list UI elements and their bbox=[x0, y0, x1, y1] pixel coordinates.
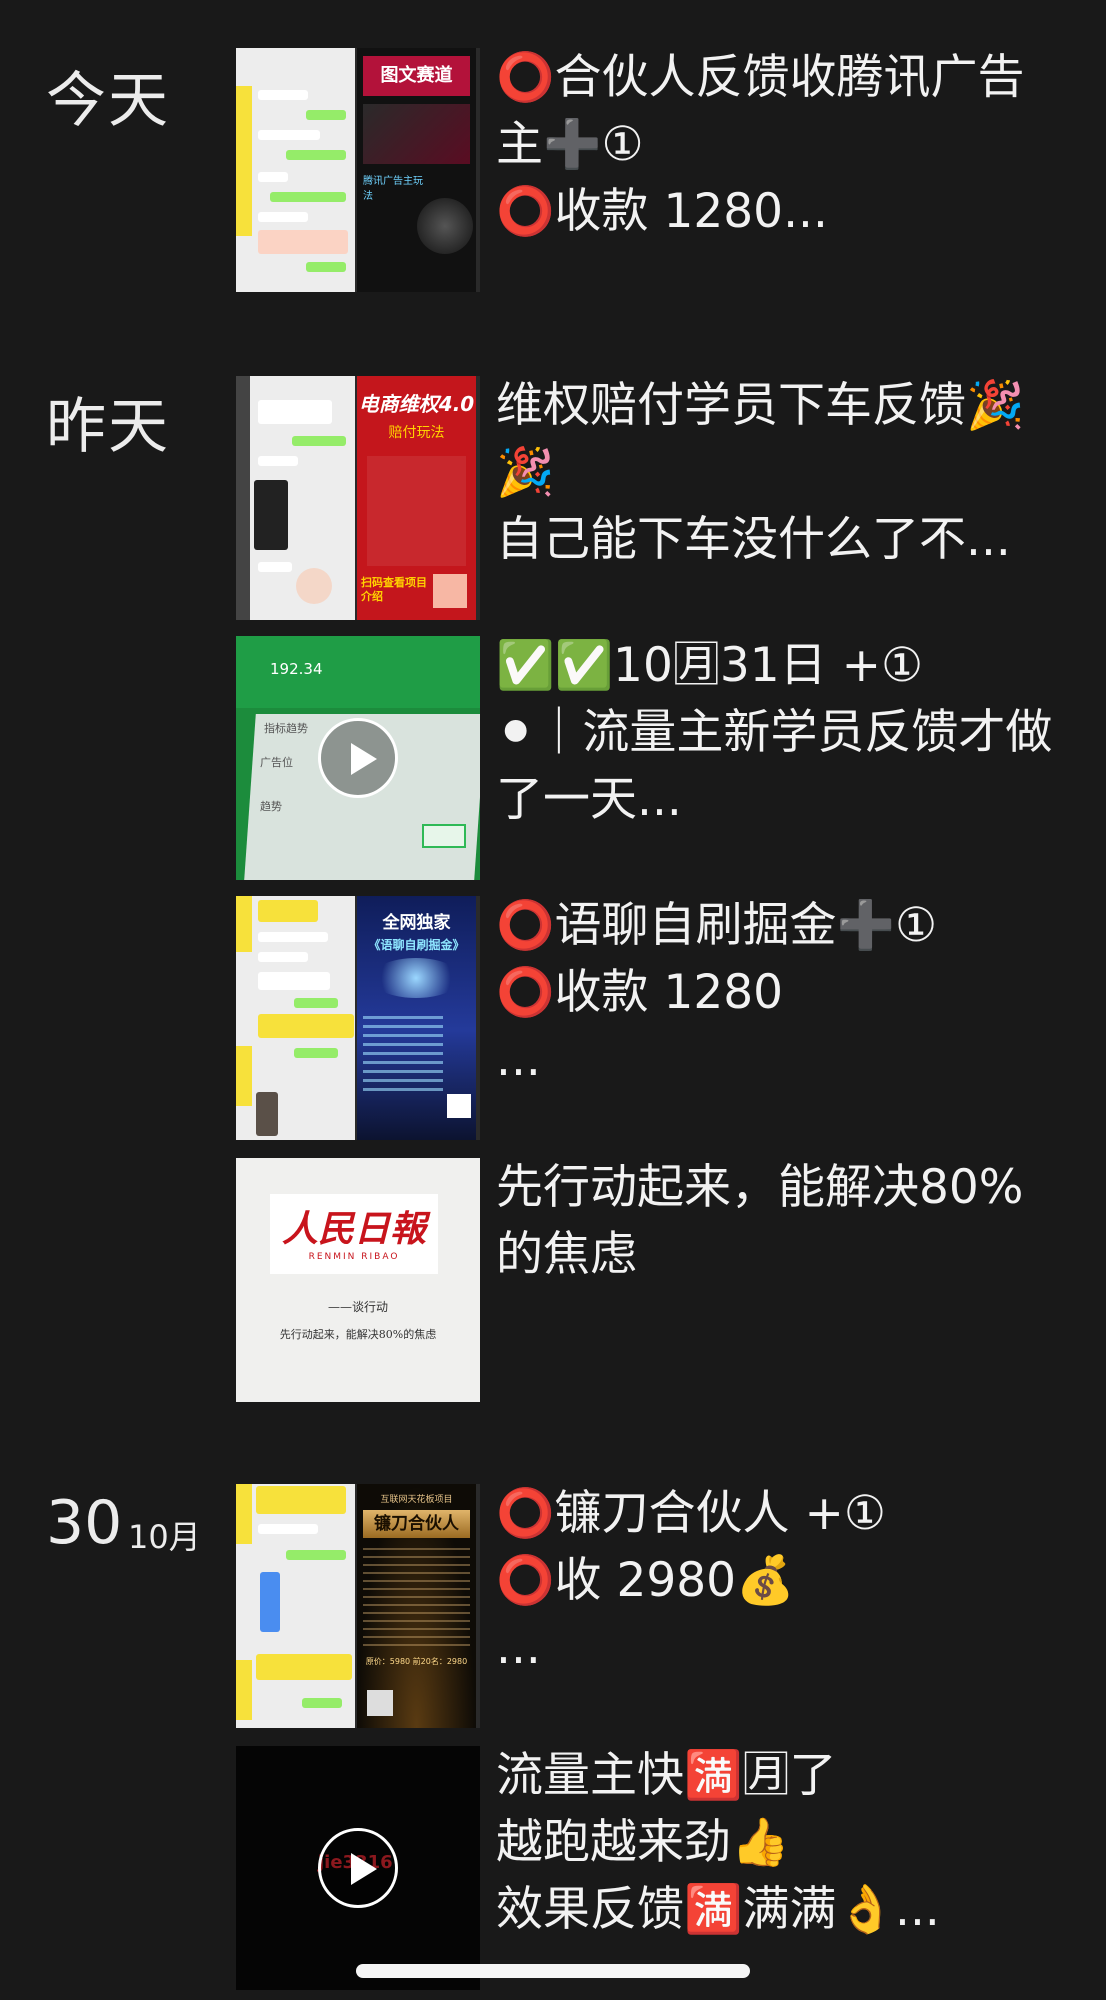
post-text-7[interactable]: 流量主快🈵🈷了 越跑越来劲👍 效果反馈🈵满满👌... bbox=[496, 1742, 1056, 1943]
poster-price: 原价：5980 前20名：2980 bbox=[365, 1657, 468, 1666]
date-label-month: 10月 bbox=[128, 1518, 201, 1556]
date-label-yesterday: 昨天 bbox=[46, 392, 170, 462]
poster-footer: 扫码查看项目介绍 bbox=[361, 576, 427, 603]
post-thumbnail-7-video[interactable]: jie3316 bbox=[236, 1746, 480, 1990]
poster-subtitle: 《语聊自刷掘金》 bbox=[368, 938, 465, 952]
chat-screenshot-image bbox=[236, 896, 355, 1140]
post-thumbnail-3-video[interactable]: 192.34 指标趋势 广告位 趋势 bbox=[236, 636, 480, 880]
post-thumbnail-1[interactable]: 图文赛道 腾讯广告主玩法 bbox=[236, 48, 480, 292]
poster-title: 图文赛道 bbox=[363, 56, 470, 96]
video-tab-text: 广告位 bbox=[260, 756, 293, 769]
post-text-1[interactable]: ⭕合伙人反馈收腾讯广告主➕① ⭕收款 1280... bbox=[496, 44, 1056, 245]
post-thumbnail-6[interactable]: 互联网天花板项目 镰刀合伙人 原价：5980 前20名：2980 bbox=[236, 1484, 480, 1728]
chat-screenshot-image bbox=[236, 48, 355, 292]
poster-title: 全网独家 bbox=[382, 913, 451, 933]
post-thumbnail-2[interactable]: 电商维权4.0 赔付玩法 扫码查看项目介绍 bbox=[236, 376, 480, 620]
promo-poster-image: 全网独家 《语聊自刷掘金》 bbox=[357, 896, 476, 1140]
quote-text: 先行动起来，能解决80%的焦虑 bbox=[279, 1328, 437, 1341]
newspaper-logo-subtext: RENMIN RIBAO bbox=[308, 1252, 400, 1262]
poster-title: 电商维权4.0 bbox=[358, 392, 475, 416]
home-indicator-bar[interactable] bbox=[356, 1964, 750, 1978]
play-icon[interactable] bbox=[318, 718, 398, 798]
post-thumbnail-4[interactable]: 全网独家 《语聊自刷掘金》 bbox=[236, 896, 480, 1140]
chat-screenshot-image bbox=[236, 376, 355, 620]
chat-screenshot-image bbox=[236, 1484, 355, 1728]
date-label-today: 今天 bbox=[46, 66, 170, 136]
date-label-day: 30 bbox=[46, 1488, 123, 1558]
video-tab-text: 趋势 bbox=[260, 800, 282, 813]
poster-title: 镰刀合伙人 bbox=[363, 1510, 470, 1538]
post-text-4[interactable]: ⭕语聊自刷掘金➕① ⭕收款 1280 ... bbox=[496, 892, 1056, 1093]
post-text-5[interactable]: 先行动起来，能解决80%的焦虑 bbox=[496, 1154, 1056, 1288]
post-text-6[interactable]: ⭕镰刀合伙人 +① ⭕收 2980💰 ... bbox=[496, 1480, 1056, 1681]
poster-subtitle: 赔付玩法 bbox=[388, 425, 445, 441]
play-icon[interactable] bbox=[318, 1828, 398, 1908]
newspaper-logo-text: 人民日報 bbox=[281, 1208, 426, 1250]
post-thumbnail-5[interactable]: 人民日報 RENMIN RIBAO ——谈行动 先行动起来，能解决80%的焦虑 bbox=[236, 1158, 480, 1402]
post-text-3[interactable]: ✅✅10🈷31日 +① ⚫｜流量主新学员反馈才做了一天... bbox=[496, 632, 1056, 833]
quote-attribution: ——谈行动 bbox=[327, 1300, 388, 1314]
video-amount-text: 192.34 bbox=[270, 660, 323, 678]
post-text-2[interactable]: 维权赔付学员下车反馈🎉🎉 自己能下车没什么了不... bbox=[496, 372, 1056, 573]
poster-subtitle: 腾讯广告主玩法 bbox=[363, 176, 423, 202]
newspaper-logo-image: 人民日報 RENMIN RIBAO bbox=[270, 1194, 438, 1274]
poster-top-text: 互联网天花板项目 bbox=[380, 1495, 453, 1505]
promo-poster-image: 电商维权4.0 赔付玩法 扫码查看项目介绍 bbox=[357, 376, 476, 620]
promo-poster-image: 互联网天花板项目 镰刀合伙人 原价：5980 前20名：2980 bbox=[357, 1484, 476, 1728]
promo-poster-image: 图文赛道 腾讯广告主玩法 bbox=[357, 48, 476, 292]
video-tab-text: 指标趋势 bbox=[264, 722, 308, 735]
